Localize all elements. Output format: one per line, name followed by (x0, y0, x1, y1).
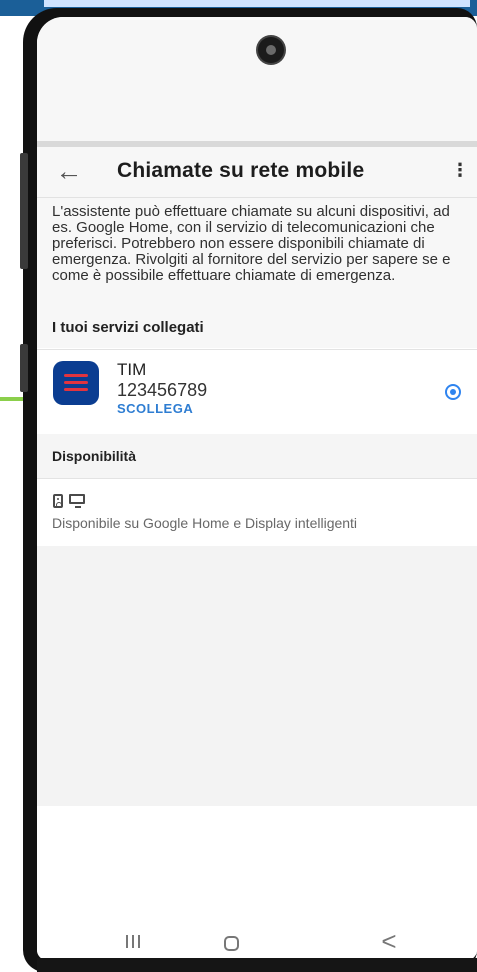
tim-logo-stripe-middle (64, 381, 88, 384)
arrow-left-icon[interactable]: ← (53, 155, 85, 189)
system-navigation-bar: < (37, 924, 477, 960)
recents-icon[interactable] (122, 932, 146, 952)
service-number: 123456789 (117, 380, 208, 400)
linked-services-title: I tuoi servizi collegati (52, 319, 204, 336)
recents-bar-left (126, 935, 128, 948)
empty-content-area (37, 546, 477, 806)
recents-bar-middle (132, 935, 134, 948)
description-text: L'assistente può effettuare chiamate su … (52, 203, 451, 284)
speaker-icon (53, 494, 63, 508)
camera-area (37, 17, 477, 144)
selected-radio-icon[interactable] (445, 384, 461, 400)
linked-service-tim[interactable]: TIM 123456789 SCOLLEGA (37, 349, 477, 435)
home-icon[interactable] (224, 936, 239, 951)
more-vertical-icon[interactable]: ⋮ (449, 158, 471, 188)
availability-header: Disponibilità (37, 434, 477, 479)
side-button-upper (20, 153, 28, 269)
availability-text: Disponibile su Google Home e Display int… (52, 515, 358, 531)
page-title: Chiamate su rete mobile (117, 159, 365, 182)
disconnect-button[interactable]: SCOLLEGA (117, 401, 193, 416)
tim-logo-stripe-bottom (64, 388, 88, 391)
bottom-bezel (37, 958, 477, 972)
availability-title: Disponibilità (52, 448, 136, 464)
front-camera-icon (258, 37, 284, 63)
side-button-lower (20, 344, 28, 392)
description-panel: L'assistente può effettuare chiamate su … (37, 198, 477, 348)
tim-logo-stripe-top (64, 374, 88, 377)
phone-screen: ← Chiamate su rete mobile ⋮ L'assistente… (37, 17, 477, 960)
tim-logo-icon (53, 361, 99, 405)
service-name: TIM (117, 360, 147, 379)
availability-panel: Disponibile su Google Home e Display int… (37, 479, 477, 546)
display-icon (69, 494, 85, 508)
page: ← Chiamate su rete mobile ⋮ L'assistente… (0, 0, 477, 972)
recents-bar-right (138, 935, 140, 948)
app-header: ← Chiamate su rete mobile ⋮ (37, 147, 477, 198)
back-chevron-icon[interactable]: < (379, 927, 399, 955)
